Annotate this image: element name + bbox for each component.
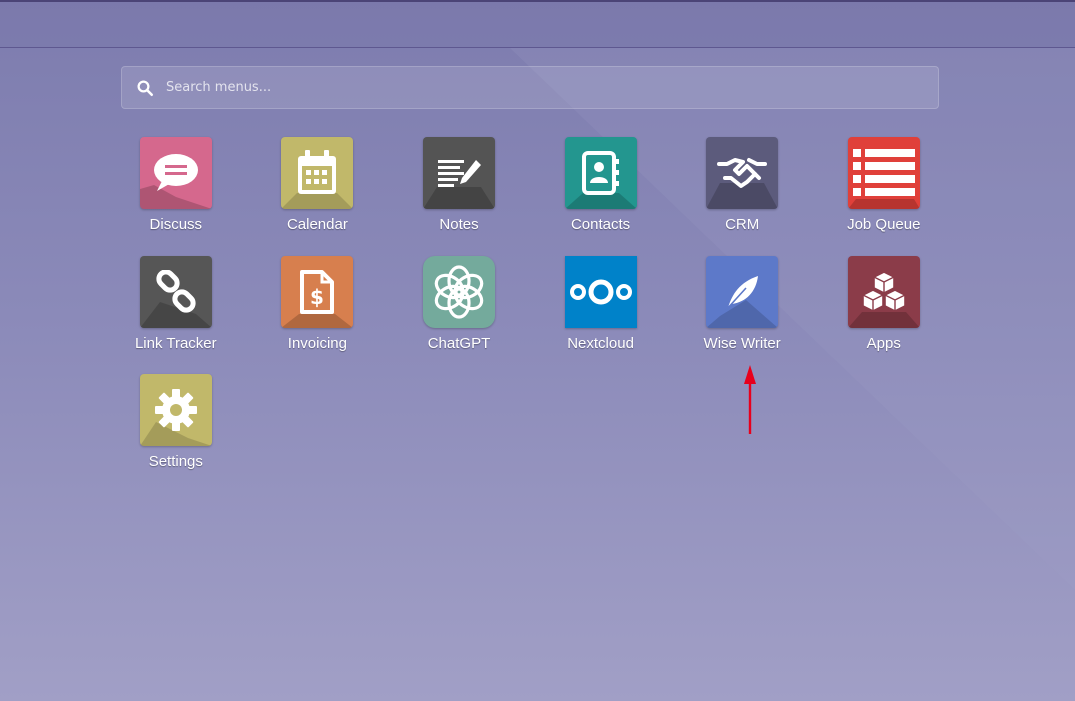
app-label: Job Queue (847, 216, 921, 233)
app-label: Invoicing (287, 334, 347, 352)
app-crm[interactable]: CRM (671, 137, 813, 256)
app-settings[interactable]: Settings (105, 374, 247, 493)
app-label: CRM (725, 216, 760, 233)
app-tile[interactable] (139, 137, 212, 209)
app-discuss[interactable]: Discuss (105, 137, 247, 256)
app-tile[interactable] (139, 255, 212, 328)
app-tile[interactable] (847, 137, 920, 209)
red-arrow-up-icon (744, 365, 756, 434)
app-invoicing[interactable]: $ Invoicing (247, 255, 389, 375)
app-tile[interactable] (564, 255, 637, 328)
app-label: Wise Writer (703, 334, 781, 352)
app-label: Settings (148, 453, 203, 470)
app-tile[interactable] (706, 137, 779, 209)
app-contacts[interactable]: Contacts (530, 137, 672, 256)
top-navbar (0, 0, 1075, 48)
app-nextcloud[interactable]: Nextcloud (530, 255, 672, 375)
gear-icon (154, 389, 197, 431)
app-calendar[interactable]: Calendar (247, 137, 389, 256)
svg-text:$: $ (310, 285, 324, 309)
app-tile[interactable] (847, 255, 920, 328)
app-tile[interactable] (281, 137, 354, 209)
app-tile[interactable] (139, 374, 212, 446)
app-wise-writer[interactable]: Wise Writer (671, 255, 813, 375)
app-link-tracker[interactable]: Link Tracker (105, 255, 247, 375)
app-notes[interactable]: Notes (388, 137, 530, 256)
link-icon (156, 269, 196, 313)
openai-knot-icon (434, 264, 484, 319)
app-tile[interactable]: $ (281, 255, 354, 328)
app-tile[interactable] (422, 255, 495, 328)
app-grid: Discuss Calendar Notes Contacts CRM Job … (105, 137, 955, 493)
list-icon (852, 149, 915, 196)
app-label: Nextcloud (567, 334, 634, 352)
app-tile[interactable] (422, 137, 495, 209)
search-icon (137, 80, 154, 96)
app-chatgpt[interactable]: ChatGPT (388, 255, 530, 375)
app-apps[interactable]: Apps (813, 255, 955, 375)
search-input[interactable] (166, 67, 938, 108)
app-label: Notes (439, 216, 479, 233)
app-label: Contacts (570, 216, 631, 233)
app-tile[interactable] (706, 255, 779, 328)
app-label: Apps (866, 334, 901, 352)
calendar-icon (298, 150, 337, 194)
cubes-icon (861, 270, 906, 312)
app-label: Link Tracker (134, 334, 217, 352)
search-bar[interactable] (121, 66, 939, 109)
handshake-icon (717, 158, 768, 188)
app-label: ChatGPT (427, 334, 491, 352)
chat-bubble-icon (153, 154, 198, 191)
nextcloud-icon (569, 279, 632, 304)
notes-pencil-icon (437, 160, 481, 187)
app-label: Calendar (286, 216, 348, 233)
invoice-dollar-icon: $ (300, 269, 335, 314)
feather-icon (725, 275, 759, 311)
app-tile[interactable] (564, 137, 637, 209)
address-book-icon (581, 151, 619, 195)
app-job-queue[interactable]: Job Queue (813, 137, 955, 256)
app-label: Discuss (149, 216, 203, 233)
